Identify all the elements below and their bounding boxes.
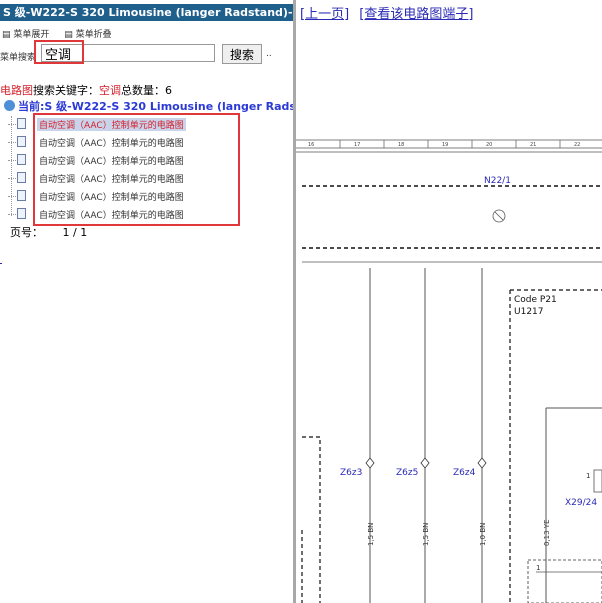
menu-collapse-link[interactable]: ▤ 菜单折叠 bbox=[64, 30, 117, 40]
grid-number: 21 bbox=[530, 142, 536, 148]
wire-label: 1,5 BN bbox=[367, 523, 375, 546]
connector-label: Z6z5 bbox=[396, 468, 418, 478]
summary-count-label: 总数量： bbox=[121, 84, 165, 97]
summary-keyword-label: 搜索关键字： bbox=[33, 84, 99, 97]
document-icon bbox=[17, 118, 26, 129]
document-icon bbox=[17, 154, 26, 165]
component-label: N22/1 bbox=[484, 176, 511, 186]
grid-number: 17 bbox=[354, 142, 360, 148]
grid-number: 20 bbox=[486, 142, 492, 148]
search-more[interactable]: .. bbox=[266, 49, 272, 59]
search-button[interactable]: 搜索 bbox=[222, 44, 262, 64]
stray-link[interactable] bbox=[0, 257, 2, 264]
pin-number: 1 bbox=[586, 472, 590, 480]
document-icon bbox=[17, 190, 26, 201]
pager: 页号： 1 / 1 bbox=[10, 224, 87, 240]
wire-label: 0,13 YE bbox=[543, 519, 551, 546]
pin-number: 1 bbox=[536, 564, 540, 572]
code-value: U1217 bbox=[514, 307, 544, 317]
connector-label: Z6z4 bbox=[453, 468, 476, 478]
search-label: 菜单搜索 bbox=[0, 53, 37, 63]
grid-number: 19 bbox=[442, 142, 448, 148]
globe-icon bbox=[4, 100, 15, 111]
summary-category: 电路图 bbox=[0, 84, 33, 97]
grid-number: 18 bbox=[398, 142, 404, 148]
document-icon bbox=[17, 172, 26, 183]
menu-expand-label: 菜单展开 bbox=[13, 30, 50, 40]
document-icon bbox=[17, 208, 26, 219]
search-highlight-box bbox=[34, 40, 84, 64]
code-label: Code P21 bbox=[514, 295, 557, 305]
menu-expand-link[interactable]: ▤ 菜单展开 bbox=[2, 30, 55, 40]
vehicle-title: S 级-W222-S 320 Limousine (langer Radstan… bbox=[0, 4, 293, 21]
grid-number: 22 bbox=[574, 142, 580, 148]
search-summary: 电路图搜索关键字：空调总数量：6 bbox=[0, 82, 172, 98]
left-panel: S 级-W222-S 320 Limousine (langer Radstan… bbox=[0, 0, 293, 603]
current-vehicle-label: 当前:S 级-W222-S 320 Limousine (langer Rads… bbox=[18, 100, 293, 113]
wire-label: 1,5 BN bbox=[422, 523, 430, 546]
grid-number: 16 bbox=[308, 142, 314, 148]
tree-connector bbox=[11, 116, 13, 216]
summary-count: 6 bbox=[165, 84, 172, 97]
results-highlight-box bbox=[33, 113, 240, 226]
current-vehicle[interactable]: 当前:S 级-W222-S 320 Limousine (langer Rads… bbox=[4, 98, 293, 114]
diagram-panel: [上一页] [查看该电路图端子] 16 17 18 19 20 21 22 N2… bbox=[296, 0, 602, 603]
circuit-diagram: 16 17 18 19 20 21 22 N22/1 Z6z3 Z6z5 Z6z… bbox=[296, 139, 602, 603]
menu-row: ▤ 菜单展开 ▤ 菜单折叠 bbox=[2, 27, 124, 40]
menu-collapse-label: 菜单折叠 bbox=[75, 30, 112, 40]
pager-label: 页号： bbox=[10, 226, 43, 239]
pager-value: 1 / 1 bbox=[62, 226, 88, 239]
wire-label: 1,0 BN bbox=[479, 523, 487, 546]
summary-keyword: 空调 bbox=[99, 84, 121, 97]
document-icon bbox=[17, 136, 26, 147]
connector-x29-label: X29/24 bbox=[565, 498, 597, 508]
connector-label: Z6z3 bbox=[340, 468, 362, 478]
